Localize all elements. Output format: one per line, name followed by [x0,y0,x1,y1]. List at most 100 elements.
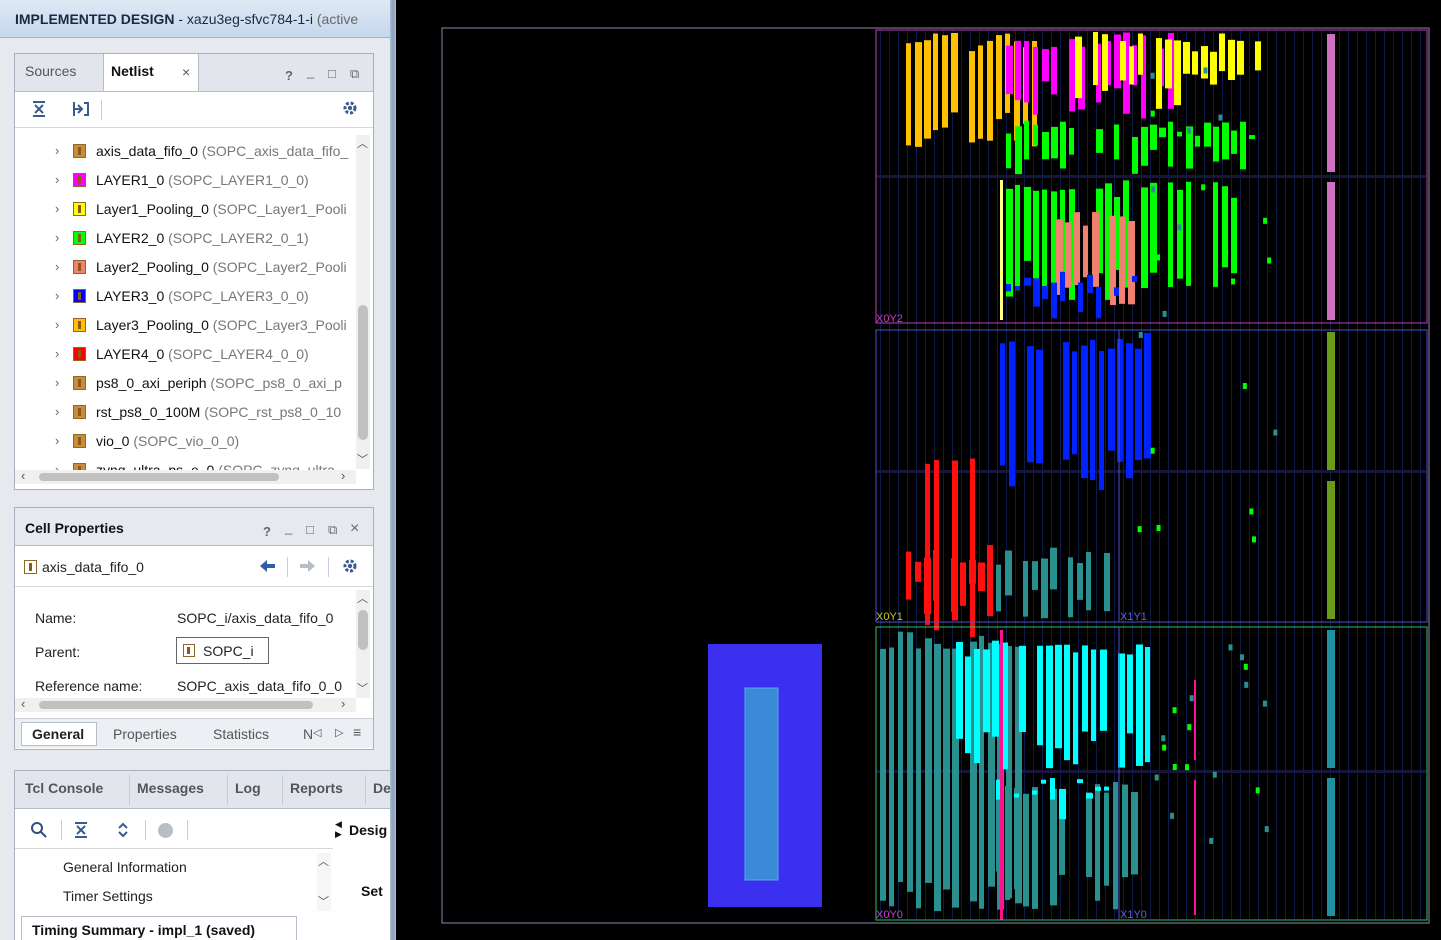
tab-statistics[interactable]: Statistics [213,726,269,742]
chevron-right-icon[interactable]: › [55,375,59,390]
pane-collapse-icon[interactable]: ◀ ▶ [335,819,342,839]
netlist-item-ref: (SOPC_LAYER2_0_1) [168,230,309,246]
chevron-right-icon[interactable]: › [55,143,59,158]
scroll-left-icon[interactable]: ‹ [21,696,25,711]
search-icon[interactable] [30,821,47,843]
netlist-item[interactable]: › Layer3_Pooling_0 (SOPC_Layer3_Pooli [15,311,360,340]
scroll-right-icon[interactable]: › [341,696,345,711]
chevron-right-icon[interactable]: › [55,259,59,274]
chevron-right-icon[interactable]: › [55,404,59,419]
placed-cell-column [1091,649,1096,741]
parent-link[interactable]: SOPC_i [176,637,269,664]
expand-hierarchy-icon[interactable] [72,100,90,123]
tab-general[interactable]: General [21,722,97,746]
chevron-right-icon[interactable]: › [55,230,59,245]
chevron-right-icon[interactable]: › [55,172,59,187]
chevron-right-icon[interactable]: › [55,462,59,470]
chevron-right-icon[interactable]: › [55,346,59,361]
status-circle-icon[interactable] [158,823,173,838]
netlist-item[interactable]: › LAYER2_0 (SOPC_LAYER2_0_1) [15,224,360,253]
help-icon[interactable]: ? [285,68,293,83]
placed-cell [1264,826,1269,833]
tab-netlist[interactable]: Netlist × [103,54,199,91]
properties-hscroll-thumb[interactable] [39,701,313,709]
expand-all-icon[interactable] [115,821,131,844]
timing-summary-tab[interactable]: Timing Summary - impl_1 (saved) [21,916,297,940]
tab-properties[interactable]: Properties [113,726,177,742]
netlist-item[interactable]: › rst_ps8_0_100M (SOPC_rst_ps8_0_10 [15,398,360,427]
tab-sources[interactable]: Sources [25,54,76,91]
float-icon[interactable]: ⧉ [328,522,337,538]
back-arrow-icon[interactable] [258,558,276,579]
scroll-up-icon[interactable]: ︿ [318,853,329,869]
fabric-column [1150,31,1151,919]
scroll-up-icon[interactable]: ︿ [357,590,368,606]
gear-icon[interactable] [342,100,358,121]
properties-vscroll-thumb[interactable] [358,610,368,650]
gear-icon[interactable] [342,558,358,579]
toolbar-divider [287,557,288,577]
netlist-vscroll-thumb[interactable] [358,305,368,440]
close-icon[interactable]: × [350,520,359,538]
netlist-hscrollbar[interactable]: ‹ › [15,468,356,484]
placed-cell [1262,700,1267,707]
chevron-right-icon[interactable]: › [55,201,59,216]
properties-vscrollbar[interactable]: ︿ ﹀ [356,590,370,698]
float-icon[interactable]: ⧉ [350,66,359,82]
netlist-item[interactable]: › Layer1_Pooling_0 (SOPC_Layer1_Pooli [15,195,360,224]
help-icon[interactable]: ? [263,524,271,539]
chevron-right-icon[interactable]: › [55,317,59,332]
scroll-up-icon[interactable]: ︿ [357,135,368,151]
tab-scroll-left-icon[interactable]: ◁ [313,726,321,739]
report-item-timer-settings[interactable]: Timer Settings [63,888,153,904]
placed-cell-column [1006,188,1013,297]
device-view[interactable]: X0Y2 X0Y1 X1Y1 X0Y0 X1Y0 [396,0,1441,940]
tab-menu-icon[interactable]: ≡ [353,724,361,740]
properties-hscrollbar[interactable]: ‹ › [15,696,356,712]
placed-cell-column [1033,278,1040,307]
tab-more[interactable]: N [303,726,313,742]
scroll-down-icon[interactable]: ﹀ [357,451,368,467]
close-tab-icon[interactable]: × [182,64,190,80]
scroll-left-icon[interactable]: ‹ [21,468,25,483]
netlist-item[interactable]: › LAYER3_0 (SOPC_LAYER3_0_0) [15,282,360,311]
scroll-down-icon[interactable]: ﹀ [318,893,329,909]
tab-messages[interactable]: Messages [137,771,204,808]
netlist-item[interactable]: › ps8_0_axi_periph (SOPC_ps8_0_axi_p [15,369,360,398]
minimize-icon[interactable]: _ [307,64,314,79]
scroll-right-icon[interactable]: › [341,468,345,483]
tab-scroll-right-icon[interactable]: ▷ [335,726,343,739]
placed-cell-column [1065,222,1071,288]
maximize-icon[interactable]: □ [328,66,336,81]
netlist-hscroll-thumb[interactable] [39,473,279,481]
netlist-item[interactable]: › axis_data_fifo_0 (SOPC_axis_data_fifo_ [15,137,360,166]
placed-cell-column [996,35,1002,120]
tab-design-runs[interactable]: De [373,771,390,808]
netlist-item[interactable]: › LAYER1_0 (SOPC_LAYER1_0_0) [15,166,360,195]
placed-cell-column [1249,135,1255,140]
netlist-item[interactable]: › vio_0 (SOPC_vio_0_0) [15,427,360,456]
report-item-general-info[interactable]: General Information [63,859,187,875]
minimize-icon[interactable]: _ [285,520,292,535]
tab-log[interactable]: Log [235,771,261,808]
netlist-item[interactable]: › LAYER4_0 (SOPC_LAYER4_0_0) [15,340,360,369]
tab-reports[interactable]: Reports [290,771,343,808]
tab-tcl-console[interactable]: Tcl Console [25,771,103,808]
collapse-all-icon[interactable] [31,100,47,123]
report-vscrollbar[interactable]: ︿ ﹀ [317,853,331,911]
fabric-column [961,31,962,919]
placed-cell-column [1114,124,1119,160]
device-canvas[interactable]: X0Y2 X0Y1 X1Y1 X0Y0 X1Y0 [396,0,1441,940]
collapse-all-icon[interactable] [73,821,89,844]
maximize-icon[interactable]: □ [306,522,314,537]
netlist-item[interactable]: › Layer2_Pooling_0 (SOPC_Layer2_Pooli [15,253,360,282]
placed-cell-column [1114,287,1119,296]
chevron-right-icon[interactable]: › [55,288,59,303]
forward-arrow-icon[interactable] [299,558,317,579]
scroll-down-icon[interactable]: ﹀ [357,680,368,696]
netlist-item[interactable]: › zynq_ultra_ps_e_0 (SOPC_zynq_ultra_ [15,456,360,470]
chevron-right-icon[interactable]: › [55,433,59,448]
netlist-vscrollbar[interactable]: ︿ ﹀ [356,135,370,469]
dedicated-column [1327,630,1335,768]
design-header: IMPLEMENTED DESIGN - xazu3eg-sfvc784-1-i… [0,0,390,38]
